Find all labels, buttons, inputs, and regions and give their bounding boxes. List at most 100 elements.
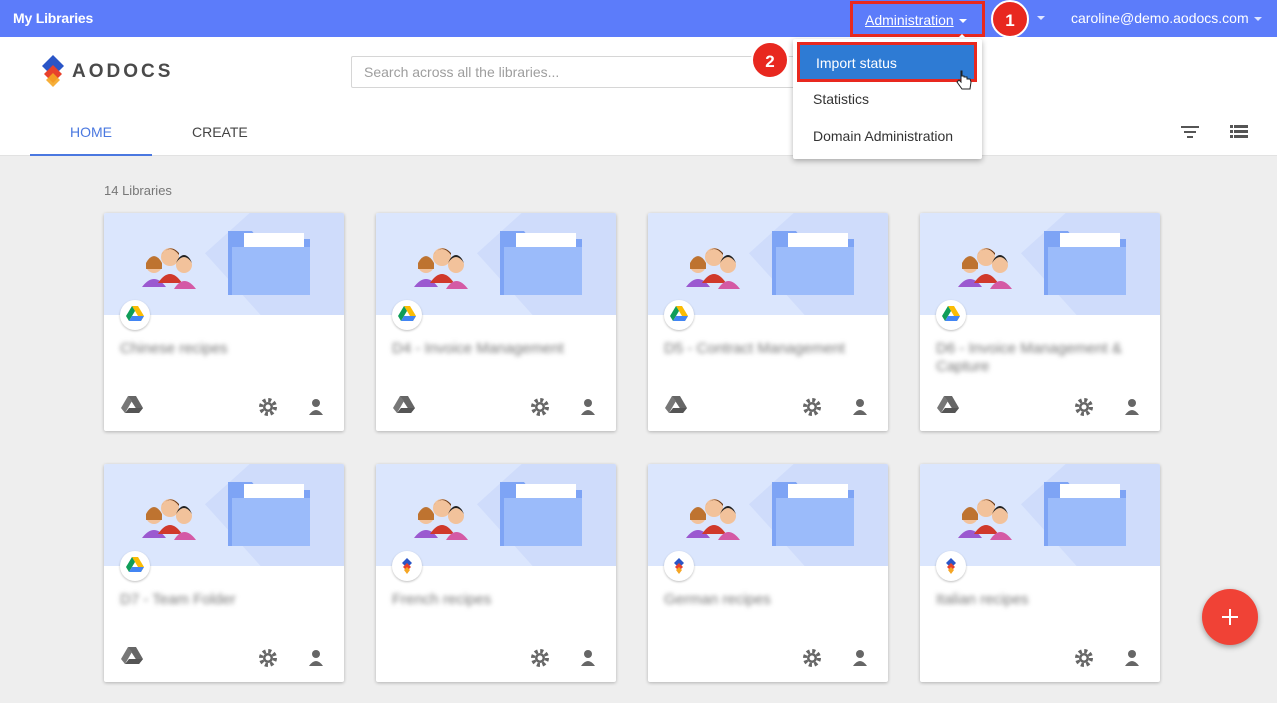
- drive-icon: [670, 306, 688, 321]
- settings-gear-icon: [259, 649, 277, 667]
- library-banner: [920, 213, 1160, 315]
- header: AODOCS HOME CREATE: [0, 37, 1277, 156]
- administration-menu-button[interactable]: Administration: [865, 12, 967, 28]
- menu-item-domain-administration[interactable]: Domain Administration: [793, 118, 982, 155]
- open-in-drive-button[interactable]: [121, 647, 143, 670]
- library-permissions-button[interactable]: [307, 649, 325, 672]
- list-view-icon[interactable]: [1229, 121, 1249, 141]
- library-card[interactable]: D5 - Contract Management: [648, 213, 888, 431]
- library-card[interactable]: German recipes: [648, 464, 888, 682]
- library-name[interactable]: Italian recipes: [936, 591, 1146, 609]
- library-name[interactable]: D6 - Invoice Management & Capture: [936, 340, 1146, 376]
- library-settings-button[interactable]: [1073, 396, 1095, 423]
- library-card[interactable]: Italian recipes: [920, 464, 1160, 682]
- library-settings-button[interactable]: [529, 396, 551, 423]
- people-icon: [686, 248, 740, 289]
- chevron-down-icon: [1253, 17, 1262, 22]
- library-banner: [648, 464, 888, 566]
- open-in-drive-button[interactable]: [393, 396, 415, 419]
- library-source-badge: [120, 551, 150, 581]
- search-input[interactable]: [351, 56, 811, 88]
- people-icon: [142, 499, 196, 540]
- library-name[interactable]: Chinese recipes: [120, 340, 330, 358]
- add-library-button[interactable]: [1202, 589, 1258, 645]
- library-permissions-button[interactable]: [851, 649, 869, 672]
- library-source-badge: [392, 300, 422, 330]
- folder-icon: [1044, 231, 1126, 295]
- folder-icon: [772, 231, 854, 295]
- drive-icon: [398, 306, 416, 321]
- library-card[interactable]: Chinese recipes: [104, 213, 344, 431]
- user-account-menu[interactable]: caroline@demo.aodocs.com: [1071, 10, 1262, 26]
- settings-gear-icon: [531, 398, 549, 416]
- menu-item-import-status[interactable]: Import status: [797, 42, 977, 82]
- library-card[interactable]: D6 - Invoice Management & Capture: [920, 213, 1160, 431]
- library-card[interactable]: D4 - Invoice Management: [376, 213, 616, 431]
- library-banner: [104, 213, 344, 315]
- library-settings-button[interactable]: [257, 396, 279, 423]
- library-card[interactable]: D7 - Team Folder: [104, 464, 344, 682]
- google-drive-icon: [393, 396, 415, 413]
- administration-highlight: Administration: [850, 1, 985, 37]
- open-in-drive-button[interactable]: [937, 396, 959, 419]
- menu-item-statistics[interactable]: Statistics: [793, 81, 982, 118]
- library-name[interactable]: D4 - Invoice Management: [392, 340, 602, 358]
- library-banner: [376, 464, 616, 566]
- settings-gear-icon: [531, 649, 549, 667]
- library-source-badge: [120, 300, 150, 330]
- folder-icon: [500, 231, 582, 295]
- people-icon: [414, 499, 468, 540]
- step-badge-1: 1: [991, 0, 1029, 38]
- library-permissions-button[interactable]: [579, 398, 597, 421]
- aodocs-icon: [674, 558, 684, 574]
- people-icon: [414, 248, 468, 289]
- library-count: 14 Libraries: [104, 183, 172, 198]
- library-banner: [648, 213, 888, 315]
- library-source-badge: [664, 551, 694, 581]
- step-badge-2: 2: [751, 41, 789, 79]
- person-icon: [581, 399, 595, 415]
- library-settings-button[interactable]: [801, 647, 823, 674]
- google-drive-icon: [121, 647, 143, 664]
- person-icon: [309, 650, 323, 666]
- library-card[interactable]: French recipes: [376, 464, 616, 682]
- person-icon: [1125, 650, 1139, 666]
- user-email: caroline@demo.aodocs.com: [1071, 10, 1249, 26]
- google-drive-icon: [121, 396, 143, 413]
- library-permissions-button[interactable]: [851, 398, 869, 421]
- tab-create[interactable]: CREATE: [192, 124, 248, 140]
- app-title[interactable]: My Libraries: [13, 10, 93, 26]
- logo-text: AODOCS: [72, 61, 174, 82]
- people-icon: [958, 248, 1012, 289]
- people-icon: [686, 499, 740, 540]
- person-icon: [853, 650, 867, 666]
- library-permissions-button[interactable]: [1123, 649, 1141, 672]
- settings-gear-icon: [259, 398, 277, 416]
- library-permissions-button[interactable]: [579, 649, 597, 672]
- library-banner: [376, 213, 616, 315]
- settings-gear-icon: [1075, 649, 1093, 667]
- library-settings-button[interactable]: [257, 647, 279, 674]
- library-settings-button[interactable]: [529, 647, 551, 674]
- library-settings-button[interactable]: [1073, 647, 1095, 674]
- drive-icon: [126, 557, 144, 572]
- open-in-drive-button[interactable]: [665, 396, 687, 419]
- person-icon: [581, 650, 595, 666]
- library-source-badge: [936, 300, 966, 330]
- library-permissions-button[interactable]: [307, 398, 325, 421]
- open-in-drive-button[interactable]: [121, 396, 143, 419]
- tab-home[interactable]: HOME: [30, 124, 152, 156]
- person-icon: [309, 399, 323, 415]
- library-name[interactable]: D7 - Team Folder: [120, 591, 330, 609]
- library-banner: [920, 464, 1160, 566]
- library-name[interactable]: French recipes: [392, 591, 602, 609]
- pointer-cursor-icon: [956, 70, 972, 90]
- filter-icon[interactable]: [1180, 121, 1200, 141]
- library-name[interactable]: D5 - Contract Management: [664, 340, 874, 358]
- library-name[interactable]: German recipes: [664, 591, 874, 609]
- folder-icon: [500, 482, 582, 546]
- library-permissions-button[interactable]: [1123, 398, 1141, 421]
- library-banner: [104, 464, 344, 566]
- chevron-down-icon[interactable]: [1037, 16, 1045, 20]
- library-settings-button[interactable]: [801, 396, 823, 423]
